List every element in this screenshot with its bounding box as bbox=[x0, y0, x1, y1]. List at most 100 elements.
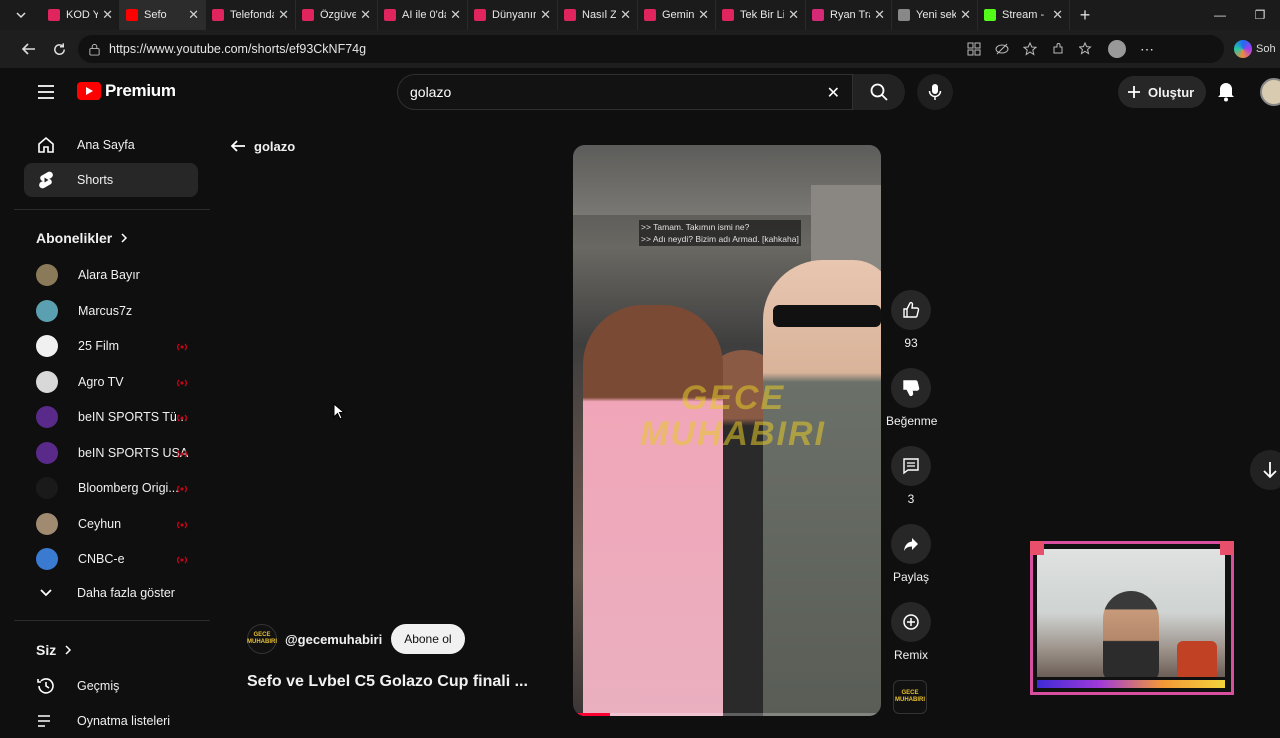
sidebar-item-home[interactable]: Ana Sayfa bbox=[24, 128, 198, 162]
notifications-bell-icon[interactable] bbox=[1216, 80, 1236, 107]
sidebar-item-history[interactable]: Geçmiş bbox=[24, 669, 198, 703]
sidebar-subscription-item[interactable]: Ceyhun bbox=[24, 507, 198, 541]
tab-close-icon[interactable]: ✕ bbox=[620, 7, 631, 23]
channel-avatar bbox=[36, 264, 58, 286]
browser-tab[interactable]: KOD YAZ ✕ bbox=[42, 0, 120, 30]
tab-close-icon[interactable]: ✕ bbox=[788, 7, 799, 23]
sidebar-item-shorts[interactable]: Shorts bbox=[24, 163, 198, 197]
clear-search-icon[interactable]: ✕ bbox=[827, 83, 840, 103]
tab-favicon-icon bbox=[722, 9, 734, 21]
sidebar-item-label: Ana Sayfa bbox=[77, 138, 135, 152]
mouse-cursor-icon bbox=[333, 402, 346, 426]
channel-avatar bbox=[36, 370, 58, 393]
video-person bbox=[583, 305, 723, 716]
tab-close-icon[interactable]: ✕ bbox=[450, 7, 461, 23]
sidebar-subscription-item[interactable]: CNBC-e bbox=[24, 542, 198, 576]
home-icon bbox=[36, 135, 56, 155]
search-button[interactable] bbox=[853, 74, 905, 110]
browser-tab[interactable]: Gemini 3✕ bbox=[638, 0, 716, 30]
tab-close-icon[interactable]: ✕ bbox=[540, 7, 551, 23]
tab-close-icon[interactable]: ✕ bbox=[360, 7, 371, 23]
search-input[interactable]: golazo ✕ bbox=[397, 74, 853, 110]
chevron-down-icon bbox=[36, 583, 56, 603]
menu-icon[interactable] bbox=[36, 82, 56, 102]
comments-button[interactable]: 3 bbox=[886, 446, 936, 506]
back-icon[interactable] bbox=[14, 34, 44, 64]
tab-close-icon[interactable]: ✕ bbox=[960, 7, 971, 23]
channel-avatar bbox=[36, 548, 58, 570]
watermark-line: MUHABIRI bbox=[640, 415, 826, 453]
sidebar-subscription-item[interactable]: Agro TV bbox=[24, 365, 198, 399]
like-button[interactable]: 93 bbox=[886, 290, 936, 350]
tab-overflow-button[interactable] bbox=[0, 0, 42, 30]
maximize-button[interactable]: ❐ bbox=[1240, 0, 1280, 30]
favorite-star-icon[interactable] bbox=[1023, 42, 1037, 56]
url-field[interactable]: https://www.youtube.com/shorts/ef93CkNF7… bbox=[78, 35, 1224, 63]
browser-tab[interactable]: Özgüven ✕ bbox=[296, 0, 378, 30]
subscription-name: CNBC-e bbox=[78, 552, 125, 566]
subscription-name: Alara Bayır bbox=[78, 268, 140, 282]
shorts-video-player[interactable]: >> Tamam. Takımın ismi ne? >> Adı neydi?… bbox=[573, 145, 881, 716]
remix-button[interactable]: Remix bbox=[886, 602, 936, 662]
extensions-icon[interactable] bbox=[1051, 42, 1065, 56]
copilot-button[interactable]: Soh bbox=[1234, 35, 1280, 63]
sidebar-subscription-item[interactable]: beIN SPORTS USA bbox=[24, 436, 198, 470]
more-menu-icon[interactable]: ⋯ bbox=[1140, 41, 1154, 58]
voice-search-button[interactable] bbox=[917, 74, 953, 110]
back-to-search-button[interactable]: golazo bbox=[230, 138, 295, 154]
you-heading[interactable]: Siz bbox=[36, 642, 72, 658]
subscribe-button[interactable]: Abone ol bbox=[391, 624, 465, 654]
minimize-button[interactable]: — bbox=[1200, 0, 1240, 30]
sidebar-subscription-item[interactable]: Bloomberg Origi... bbox=[24, 471, 198, 505]
site-info-icon bbox=[89, 43, 100, 56]
tracking-prevention-icon[interactable] bbox=[995, 42, 1009, 56]
browser-tab[interactable]: Dünyanın ✕ bbox=[468, 0, 558, 30]
sidebar-item-playlists[interactable]: Oynatma listeleri bbox=[24, 704, 198, 738]
tab-close-icon[interactable]: ✕ bbox=[278, 7, 289, 23]
sidebar-subscription-item[interactable]: beIN SPORTS Tü... bbox=[24, 400, 198, 434]
progress-fill bbox=[573, 713, 610, 716]
video-progress-bar[interactable] bbox=[573, 713, 881, 716]
sidebar-subscription-item[interactable]: 25 Film bbox=[24, 329, 198, 363]
apps-icon[interactable] bbox=[967, 42, 981, 56]
dislike-button[interactable]: Beğenme bbox=[886, 368, 937, 428]
chevron-right-icon bbox=[65, 645, 72, 655]
tab-close-icon[interactable]: ✕ bbox=[698, 7, 709, 23]
history-icon bbox=[36, 676, 56, 696]
youtube-premium-logo[interactable]: Premium bbox=[77, 81, 176, 101]
new-tab-button[interactable]: + bbox=[1070, 0, 1100, 30]
browser-tab[interactable]: Nasıl ZEN ✕ bbox=[558, 0, 638, 30]
account-avatar[interactable] bbox=[1260, 78, 1280, 106]
sidebar-subscription-item[interactable]: Marcus7z bbox=[24, 294, 198, 328]
browser-tab[interactable]: Yeni sekm ✕ bbox=[892, 0, 978, 30]
browser-tab[interactable]: Sefo ✕ bbox=[120, 0, 206, 30]
short-title[interactable]: Sefo ve Lvbel C5 Golazo Cup finali ... bbox=[247, 673, 528, 691]
channel-avatar-small[interactable]: GECE MUHABIRI bbox=[893, 680, 927, 714]
browser-tab[interactable]: Ryan Tral ✕ bbox=[806, 0, 892, 30]
favorites-icon[interactable] bbox=[1079, 42, 1094, 56]
youtube-logo-icon bbox=[77, 82, 101, 100]
tab-close-icon[interactable]: ✕ bbox=[102, 7, 113, 23]
browser-tab[interactable]: Telefonda ✕ bbox=[206, 0, 296, 30]
browser-tab[interactable]: Tek Bir Li ✕ bbox=[716, 0, 806, 30]
share-button[interactable]: Paylaş bbox=[886, 524, 936, 584]
browser-tab[interactable]: Stream - ✕ bbox=[978, 0, 1070, 30]
tab-favicon-icon bbox=[564, 9, 576, 21]
tab-close-icon[interactable]: ✕ bbox=[188, 7, 199, 23]
show-more-button[interactable]: Daha fazla göster bbox=[24, 576, 198, 610]
live-indicator-icon bbox=[176, 554, 188, 564]
refresh-icon[interactable] bbox=[44, 34, 74, 64]
channel-handle[interactable]: @gecemuhabiri bbox=[285, 632, 382, 647]
tab-label: Telefonda bbox=[230, 9, 275, 21]
channel-avatar[interactable]: GECE MUHABIRI bbox=[247, 624, 277, 654]
subscriptions-heading[interactable]: Abonelikler bbox=[36, 230, 128, 246]
profile-icon[interactable] bbox=[1108, 40, 1126, 58]
tab-close-icon[interactable]: ✕ bbox=[874, 7, 885, 23]
create-button[interactable]: Oluştur bbox=[1118, 76, 1207, 108]
sidebar-subscription-item[interactable]: Alara Bayır bbox=[24, 258, 198, 292]
browser-tab[interactable]: AI ile 0'da ✕ bbox=[378, 0, 468, 30]
next-short-button[interactable] bbox=[1250, 450, 1280, 490]
channel-avatar bbox=[36, 299, 58, 322]
tab-close-icon[interactable]: ✕ bbox=[1052, 7, 1063, 23]
subscriptions-heading-label: Abonelikler bbox=[36, 230, 113, 246]
